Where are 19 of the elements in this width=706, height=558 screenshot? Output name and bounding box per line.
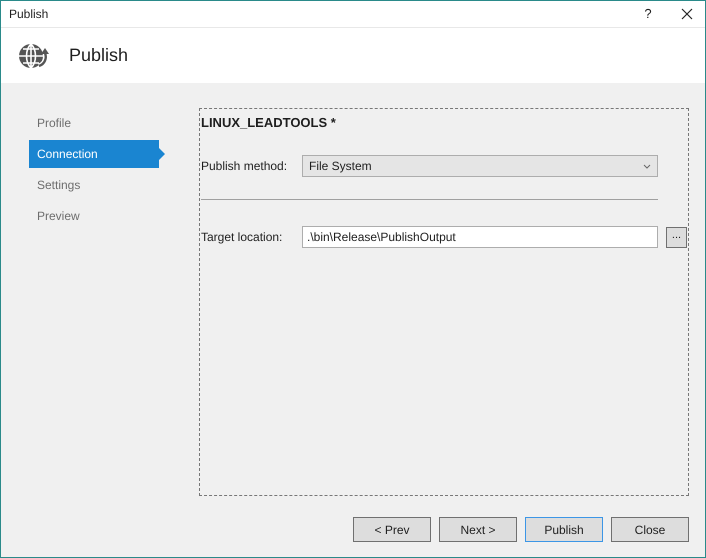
field-label: Publish method: [201,158,288,175]
dialog-button[interactable]: < Prev [353,517,431,542]
window-title: Publish [9,6,50,23]
sidebar-item[interactable]: Profile [29,109,159,137]
sidebar-item[interactable]: Preview [29,202,159,230]
target-location-field[interactable]: .\bin\Release\PublishOutput [302,226,658,248]
dialog-button[interactable]: Publish [525,517,603,542]
sidebar-item[interactable]: Settings [29,171,159,199]
field-label: Target location: [201,229,284,246]
dialog-button[interactable]: Close [611,517,689,542]
close-icon [681,8,693,20]
browse-button[interactable]: ... [666,226,687,248]
profile-title: LINUX_LEADTOOLS * [201,114,337,132]
sidebar-item[interactable]: Connection [29,140,165,168]
publish-method-dropdown[interactable]: File System [302,155,658,177]
dialog-button[interactable]: Next > [439,517,517,542]
page-title: Publish [69,44,128,67]
help-button[interactable]: ? [633,2,663,26]
chevron-icon [643,164,651,168]
